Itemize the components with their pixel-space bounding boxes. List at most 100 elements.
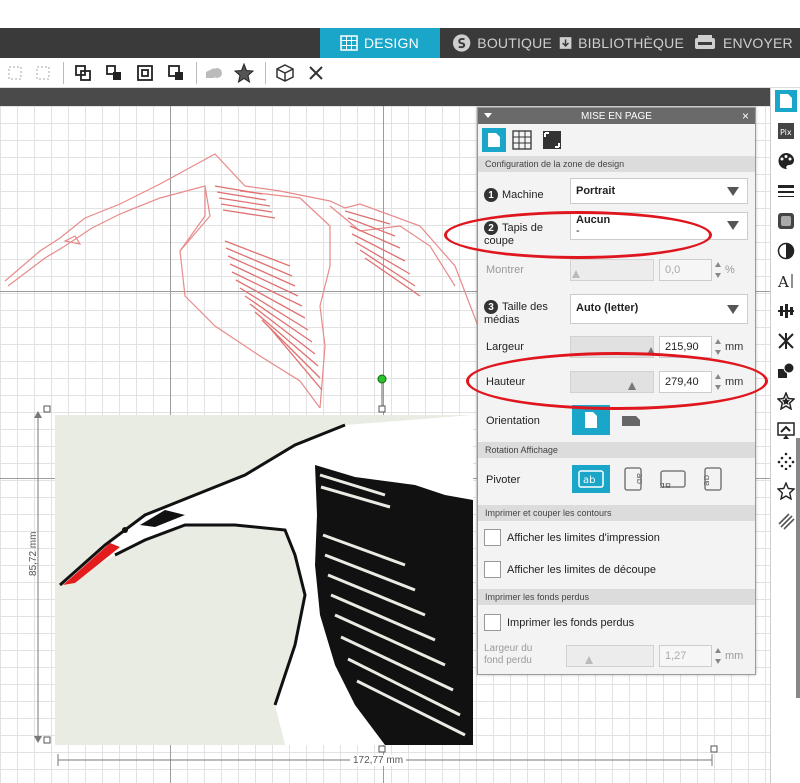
- fill-pattern-icon[interactable]: [775, 210, 797, 232]
- landscape-button[interactable]: [614, 405, 648, 435]
- step-1-badge: 1: [484, 188, 498, 202]
- line-style-icon[interactable]: [775, 180, 797, 202]
- print-limits-checkbox[interactable]: [484, 529, 501, 546]
- cut-limits-checkbox[interactable]: [484, 561, 501, 578]
- panel-header[interactable]: MISE EN PAGE ×: [478, 108, 755, 124]
- show-label: Montrer: [486, 264, 524, 276]
- width-slider[interactable]: [570, 336, 655, 358]
- section-rotation: Rotation Affichage: [478, 442, 755, 458]
- tab-boutique-label: BOUTIQUE: [477, 35, 552, 51]
- slider-thumb[interactable]: [585, 656, 593, 664]
- align-left-icon[interactable]: [4, 62, 26, 84]
- svg-text:ab: ab: [660, 480, 671, 488]
- tab-envoyer[interactable]: ENVOYER: [693, 28, 800, 58]
- panel-tabs: [478, 124, 755, 156]
- slider-thumb[interactable]: [628, 382, 636, 390]
- bleed-checkbox[interactable]: [484, 614, 501, 631]
- height-slider[interactable]: [570, 371, 654, 393]
- top-nav-bar: DESIGN BOUTIQUE BIBLIOTHÈQUE ENVOYER: [0, 28, 800, 58]
- media-size-select-value: Auto (letter): [576, 302, 639, 314]
- rotate-0-icon: ab: [578, 470, 604, 488]
- show-slider[interactable]: [570, 259, 654, 281]
- panel-title: MISE EN PAGE: [581, 110, 652, 122]
- sidebar-scrollbar[interactable]: [796, 438, 800, 698]
- mat-label: 2 Tapis de coupe: [484, 221, 568, 248]
- width-input[interactable]: 215,90: [659, 336, 712, 358]
- rotate-270-icon: ab: [704, 467, 722, 491]
- silhouette-studio-window: DESIGN BOUTIQUE BIBLIOTHÈQUE ENVOYER 85,…: [0, 0, 800, 783]
- pixscan-icon[interactable]: Pix: [775, 120, 797, 142]
- tab-registration-icon[interactable]: [540, 128, 564, 152]
- ruler-band: [0, 88, 770, 106]
- tab-design-label: DESIGN: [364, 35, 419, 51]
- panel-close-button[interactable]: ×: [742, 108, 749, 124]
- bleed-width-spinner[interactable]: [715, 645, 721, 667]
- machine-label-text: Machine: [502, 188, 544, 201]
- align-icon[interactable]: [775, 300, 797, 322]
- chevron-down-icon: [727, 221, 739, 230]
- chevron-down-icon: [727, 187, 739, 196]
- tab-boutique[interactable]: BOUTIQUE: [452, 28, 552, 58]
- mat-select-subvalue: -: [576, 225, 580, 237]
- modify-icon[interactable]: [775, 360, 797, 382]
- collapse-triangle-icon[interactable]: [484, 113, 492, 118]
- hatch-icon[interactable]: [775, 510, 797, 532]
- trace-icon[interactable]: [775, 420, 797, 442]
- compound-path-icon[interactable]: [134, 62, 156, 84]
- close-x-icon[interactable]: [305, 62, 327, 84]
- offset-star-icon[interactable]: [775, 390, 797, 412]
- section-bleed: Imprimer les fonds perdus: [478, 589, 755, 605]
- rotate-180-button[interactable]: ab: [654, 465, 692, 493]
- orientation-label: Orientation: [486, 415, 540, 427]
- bleed-width-label: Largeur du fond perdu: [484, 643, 533, 666]
- bleed-width-input[interactable]: 1,27: [659, 645, 712, 667]
- slider-thumb[interactable]: [572, 270, 580, 278]
- mat-select[interactable]: Aucun -: [570, 212, 748, 240]
- height-unit: mm: [725, 376, 744, 388]
- align-right-icon[interactable]: [32, 62, 54, 84]
- replicate-icon[interactable]: [775, 330, 797, 352]
- width-spinner[interactable]: [715, 336, 721, 358]
- rotate-90-button[interactable]: ab: [614, 465, 652, 493]
- bleed-label: Imprimer les fonds perdus: [507, 617, 635, 629]
- width-label: Largeur: [486, 341, 524, 353]
- tab-bibliotheque[interactable]: BIBLIOTHÈQUE: [559, 28, 684, 58]
- svg-text:ab: ab: [634, 473, 642, 485]
- media-size-select[interactable]: Auto (letter): [570, 294, 748, 324]
- height-input[interactable]: 279,40: [659, 371, 712, 393]
- rotate-270-button[interactable]: ab: [694, 465, 732, 493]
- height-dimension-label: 85,72 mm: [28, 531, 39, 576]
- ungroup-icon[interactable]: [103, 62, 125, 84]
- text-style-icon[interactable]: A: [775, 270, 797, 292]
- release-compound-icon[interactable]: [165, 62, 187, 84]
- machine-select[interactable]: Portrait: [570, 178, 748, 204]
- bleed-width-slider[interactable]: [566, 645, 654, 667]
- transparency-icon[interactable]: [775, 240, 797, 262]
- 3d-box-icon[interactable]: [274, 62, 296, 84]
- tab-grid-icon[interactable]: [510, 128, 534, 152]
- svg-text:ab: ab: [583, 475, 595, 486]
- star-outline-icon[interactable]: [775, 480, 797, 502]
- show-spinner[interactable]: [715, 259, 721, 281]
- show-value-input[interactable]: 0,0: [659, 259, 712, 281]
- tab-design[interactable]: DESIGN: [320, 28, 440, 58]
- rotate-label: Pivoter: [486, 474, 521, 486]
- page-setup-icon[interactable]: [775, 90, 797, 112]
- title-strip: [0, 0, 800, 28]
- height-spinner[interactable]: [715, 371, 721, 393]
- chevron-down-icon: [727, 305, 739, 314]
- slider-thumb[interactable]: [647, 347, 655, 355]
- tab-page-icon[interactable]: [482, 128, 506, 152]
- machine-select-value: Portrait: [576, 185, 616, 197]
- sketch-dots-icon[interactable]: [775, 450, 797, 472]
- step-3-badge: 3: [484, 300, 498, 314]
- palette-icon[interactable]: [775, 150, 797, 172]
- print-limits-label: Afficher les limites d'impression: [507, 532, 660, 544]
- portrait-button[interactable]: [572, 405, 610, 435]
- star-shape-icon[interactable]: [233, 62, 255, 84]
- rotate-0-button[interactable]: ab: [572, 465, 610, 493]
- weld-icon[interactable]: [203, 62, 225, 84]
- section-print-cut: Imprimer et couper les contours: [478, 505, 755, 521]
- group-icon[interactable]: [72, 62, 94, 84]
- page-setup-panel: MISE EN PAGE × Configuration de la zone …: [477, 107, 756, 675]
